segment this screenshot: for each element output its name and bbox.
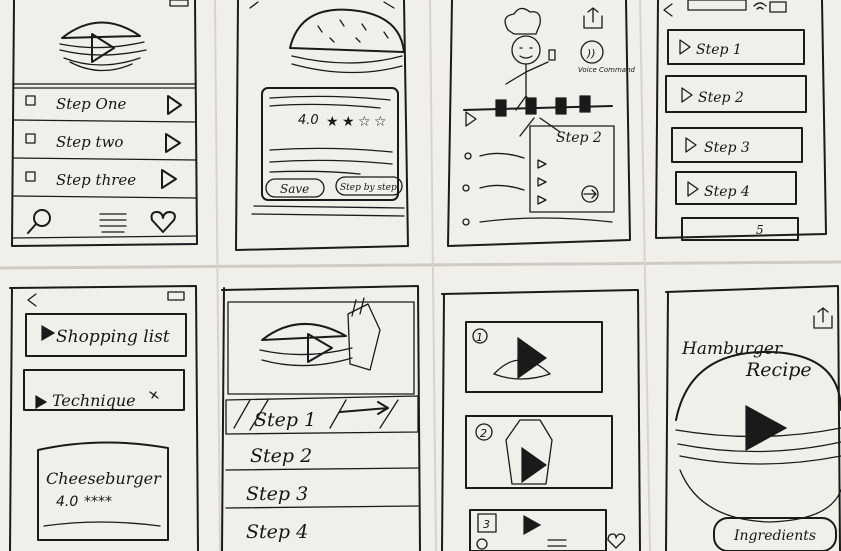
star-icon: ☆ bbox=[358, 114, 371, 130]
step-label: Step 3 bbox=[704, 140, 750, 156]
scrubber-marker bbox=[495, 99, 507, 117]
popup-step-label: Step 2 bbox=[556, 130, 602, 146]
hero-title-line2: Recipe bbox=[745, 359, 812, 381]
number-label: 1 bbox=[476, 331, 483, 344]
save-button-label: Save bbox=[280, 182, 309, 196]
step-label: Step 2 bbox=[250, 445, 312, 467]
scrubber-marker bbox=[525, 97, 537, 115]
step-by-step-label: Step by step bbox=[340, 183, 397, 193]
step-label: Step two bbox=[56, 133, 123, 151]
ingredients-label: Ingredients bbox=[733, 528, 816, 544]
microphone-glyph: )) bbox=[586, 47, 596, 60]
scrubber-marker bbox=[555, 97, 567, 115]
paper-sheet: Step One Step two Step three 4.0 ★ ★ ☆ ☆… bbox=[0, 0, 841, 551]
recipe-card-stars: **** bbox=[84, 494, 112, 510]
step-row-4[interactable]: Step 4 bbox=[246, 521, 308, 543]
step-label: Step 1 bbox=[254, 409, 316, 431]
rating-text: 4.0 bbox=[298, 113, 319, 128]
scrubber-marker bbox=[579, 95, 591, 113]
star-icon: ★ bbox=[326, 114, 339, 130]
recipe-card-rating: 4.0 bbox=[56, 494, 78, 510]
step-label: Step 2 bbox=[698, 90, 744, 106]
step-label: Step 4 bbox=[246, 521, 308, 543]
step-label: 5 bbox=[756, 223, 764, 237]
shopping-list-label: Shopping list bbox=[56, 327, 170, 347]
technique-label: Technique bbox=[52, 391, 136, 410]
star-icon: ☆ bbox=[374, 114, 387, 130]
step-label: Step 3 bbox=[246, 483, 308, 505]
step-label: Step 1 bbox=[696, 42, 742, 58]
voice-command-label: Voice Command bbox=[578, 66, 636, 74]
sketch-canvas: Step One Step two Step three 4.0 ★ ★ ☆ ☆… bbox=[0, 0, 841, 551]
step-label: Step three bbox=[56, 171, 136, 189]
number-label: 2 bbox=[480, 427, 487, 440]
star-icon: ★ bbox=[342, 114, 355, 130]
number-label: 3 bbox=[483, 518, 490, 531]
step-label: Step 4 bbox=[704, 184, 750, 200]
recipe-card-title: Cheeseburger bbox=[46, 469, 162, 488]
step-label: Step One bbox=[56, 95, 127, 113]
